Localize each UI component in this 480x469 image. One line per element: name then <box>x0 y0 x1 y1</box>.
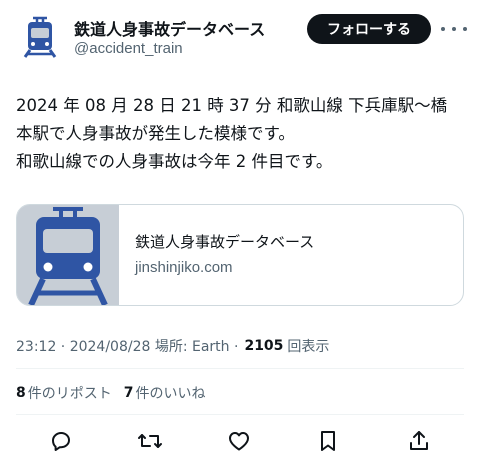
action-bar <box>0 424 480 458</box>
reply-button[interactable] <box>44 424 78 458</box>
engagement-stats: 8 件のリポスト 7 件のいいね <box>16 383 218 403</box>
timestamp[interactable]: 23:12 · 2024/08/28 場所: Earth · <box>16 336 238 356</box>
tweet-meta: 23:12 · 2024/08/28 場所: Earth · 2105 回表示 <box>16 336 329 356</box>
views-label: 回表示 <box>287 339 330 355</box>
views-count: 2105 <box>244 338 284 354</box>
like-icon <box>229 432 249 451</box>
follow-button[interactable]: フォローする <box>307 14 431 44</box>
more-dot <box>441 27 445 31</box>
train-icon <box>16 12 64 60</box>
more-icon[interactable] <box>441 20 467 38</box>
repost-button[interactable] <box>133 424 167 458</box>
more-dot <box>463 27 467 31</box>
reposts-stat[interactable]: 8 件のリポスト <box>16 383 112 403</box>
tweet-header: 鉄道人身事故データベース @accident_train フォローする <box>0 0 480 78</box>
share-button[interactable] <box>402 424 436 458</box>
like-button[interactable] <box>222 424 256 458</box>
reposts-count: 8 <box>16 385 26 401</box>
account-handle[interactable]: @accident_train <box>74 40 183 57</box>
tweet-line: 2024 年 08 月 28 日 21 時 37 分 和歌山線 下兵庫駅〜橋 <box>16 96 448 115</box>
train-icon <box>17 205 119 305</box>
likes-label: 件のいいね <box>135 386 206 402</box>
avatar[interactable] <box>16 12 64 60</box>
likes-stat[interactable]: 7 件のいいね <box>124 383 206 403</box>
tweet-line: 和歌山線での人身事故は今年 2 件目です。 <box>16 152 333 171</box>
card-thumbnail <box>17 205 119 305</box>
card-domain: jinshinjiko.com <box>135 259 233 276</box>
bookmark-button[interactable] <box>311 424 345 458</box>
reposts-label: 件のリポスト <box>27 386 112 402</box>
divider <box>16 414 464 415</box>
share-icon <box>410 431 428 450</box>
bookmark-icon <box>321 431 335 451</box>
account-name[interactable]: 鉄道人身事故データベース <box>74 16 265 40</box>
likes-count: 7 <box>123 385 134 401</box>
divider <box>16 368 464 369</box>
retweet-icon <box>138 434 162 448</box>
tweet-line: 本駅で人身事故が発生した模様です。 <box>16 124 295 143</box>
link-card[interactable]: 鉄道人身事故データベース jinshinjiko.com <box>16 204 464 306</box>
card-title: 鉄道人身事故データベース <box>135 233 315 251</box>
reply-icon <box>52 432 70 451</box>
more-dot <box>452 27 456 31</box>
tweet-text: 2024 年 08 月 28 日 21 時 37 分 和歌山線 下兵庫駅〜橋 本… <box>16 92 468 176</box>
